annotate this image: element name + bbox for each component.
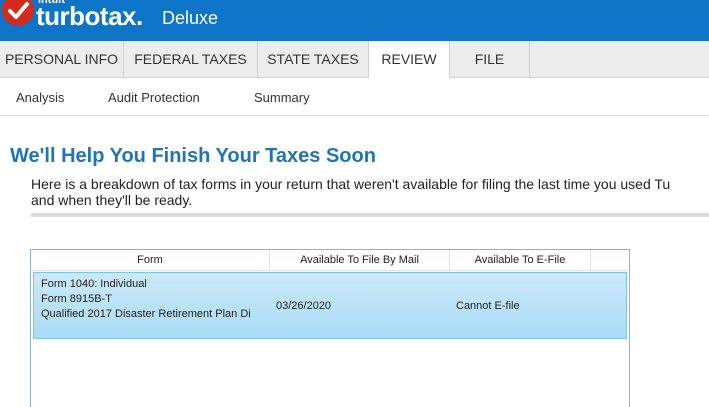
subnav-audit-protection[interactable]: Audit Protection xyxy=(108,90,200,105)
form-description: Qualified 2017 Disaster Retirement Plan … xyxy=(41,308,251,320)
description-line-2: and when they'll be ready. xyxy=(31,192,193,208)
subnav-analysis[interactable]: Analysis xyxy=(16,90,64,105)
main-tab-bar: PERSONAL INFO FEDERAL TAXES STATE TAXES … xyxy=(0,41,709,79)
form-cell: Form 1040: Individual Form 8915B-T Quali… xyxy=(41,277,269,322)
efile-status-cell: Cannot E-file xyxy=(456,300,520,312)
tab-review[interactable]: REVIEW xyxy=(369,41,450,79)
column-header-form[interactable]: Form xyxy=(31,250,270,271)
tab-state-taxes[interactable]: STATE TAXES xyxy=(258,41,369,78)
subnav-summary[interactable]: Summary xyxy=(254,90,310,105)
review-subnav: Analysis Audit Protection Summary xyxy=(0,78,709,116)
mail-date-cell: 03/26/2020 xyxy=(276,300,332,312)
turbotax-logo-text: turbotax. xyxy=(36,1,143,31)
table-row[interactable]: Form 1040: Individual Form 8915B-T Quali… xyxy=(33,272,627,339)
form-name: Form 1040: Individual xyxy=(41,278,147,290)
forms-table: Form Available To File By Mail Available… xyxy=(30,249,630,407)
tab-personal-info[interactable]: PERSONAL INFO xyxy=(0,41,124,78)
turbotax-check-logo-icon xyxy=(2,0,34,26)
form-number: Form 8915B-T xyxy=(41,293,112,305)
column-header-mail[interactable]: Available To File By Mail xyxy=(270,250,450,271)
tab-file[interactable]: FILE xyxy=(450,41,530,78)
divider xyxy=(31,213,709,217)
edition-label: Deluxe xyxy=(162,8,219,28)
page-description: Here is a breakdown of tax forms in your… xyxy=(31,176,709,208)
app-header: intuit turbotax. Deluxe xyxy=(0,0,709,41)
description-line-1: Here is a breakdown of tax forms in your… xyxy=(31,176,671,192)
tab-federal-taxes[interactable]: FEDERAL TAXES xyxy=(124,41,258,78)
page-title: We'll Help You Finish Your Taxes Soon xyxy=(10,145,376,167)
table-header: Form Available To File By Mail Available… xyxy=(31,250,629,271)
column-header-efile[interactable]: Available To E-File xyxy=(450,250,591,271)
